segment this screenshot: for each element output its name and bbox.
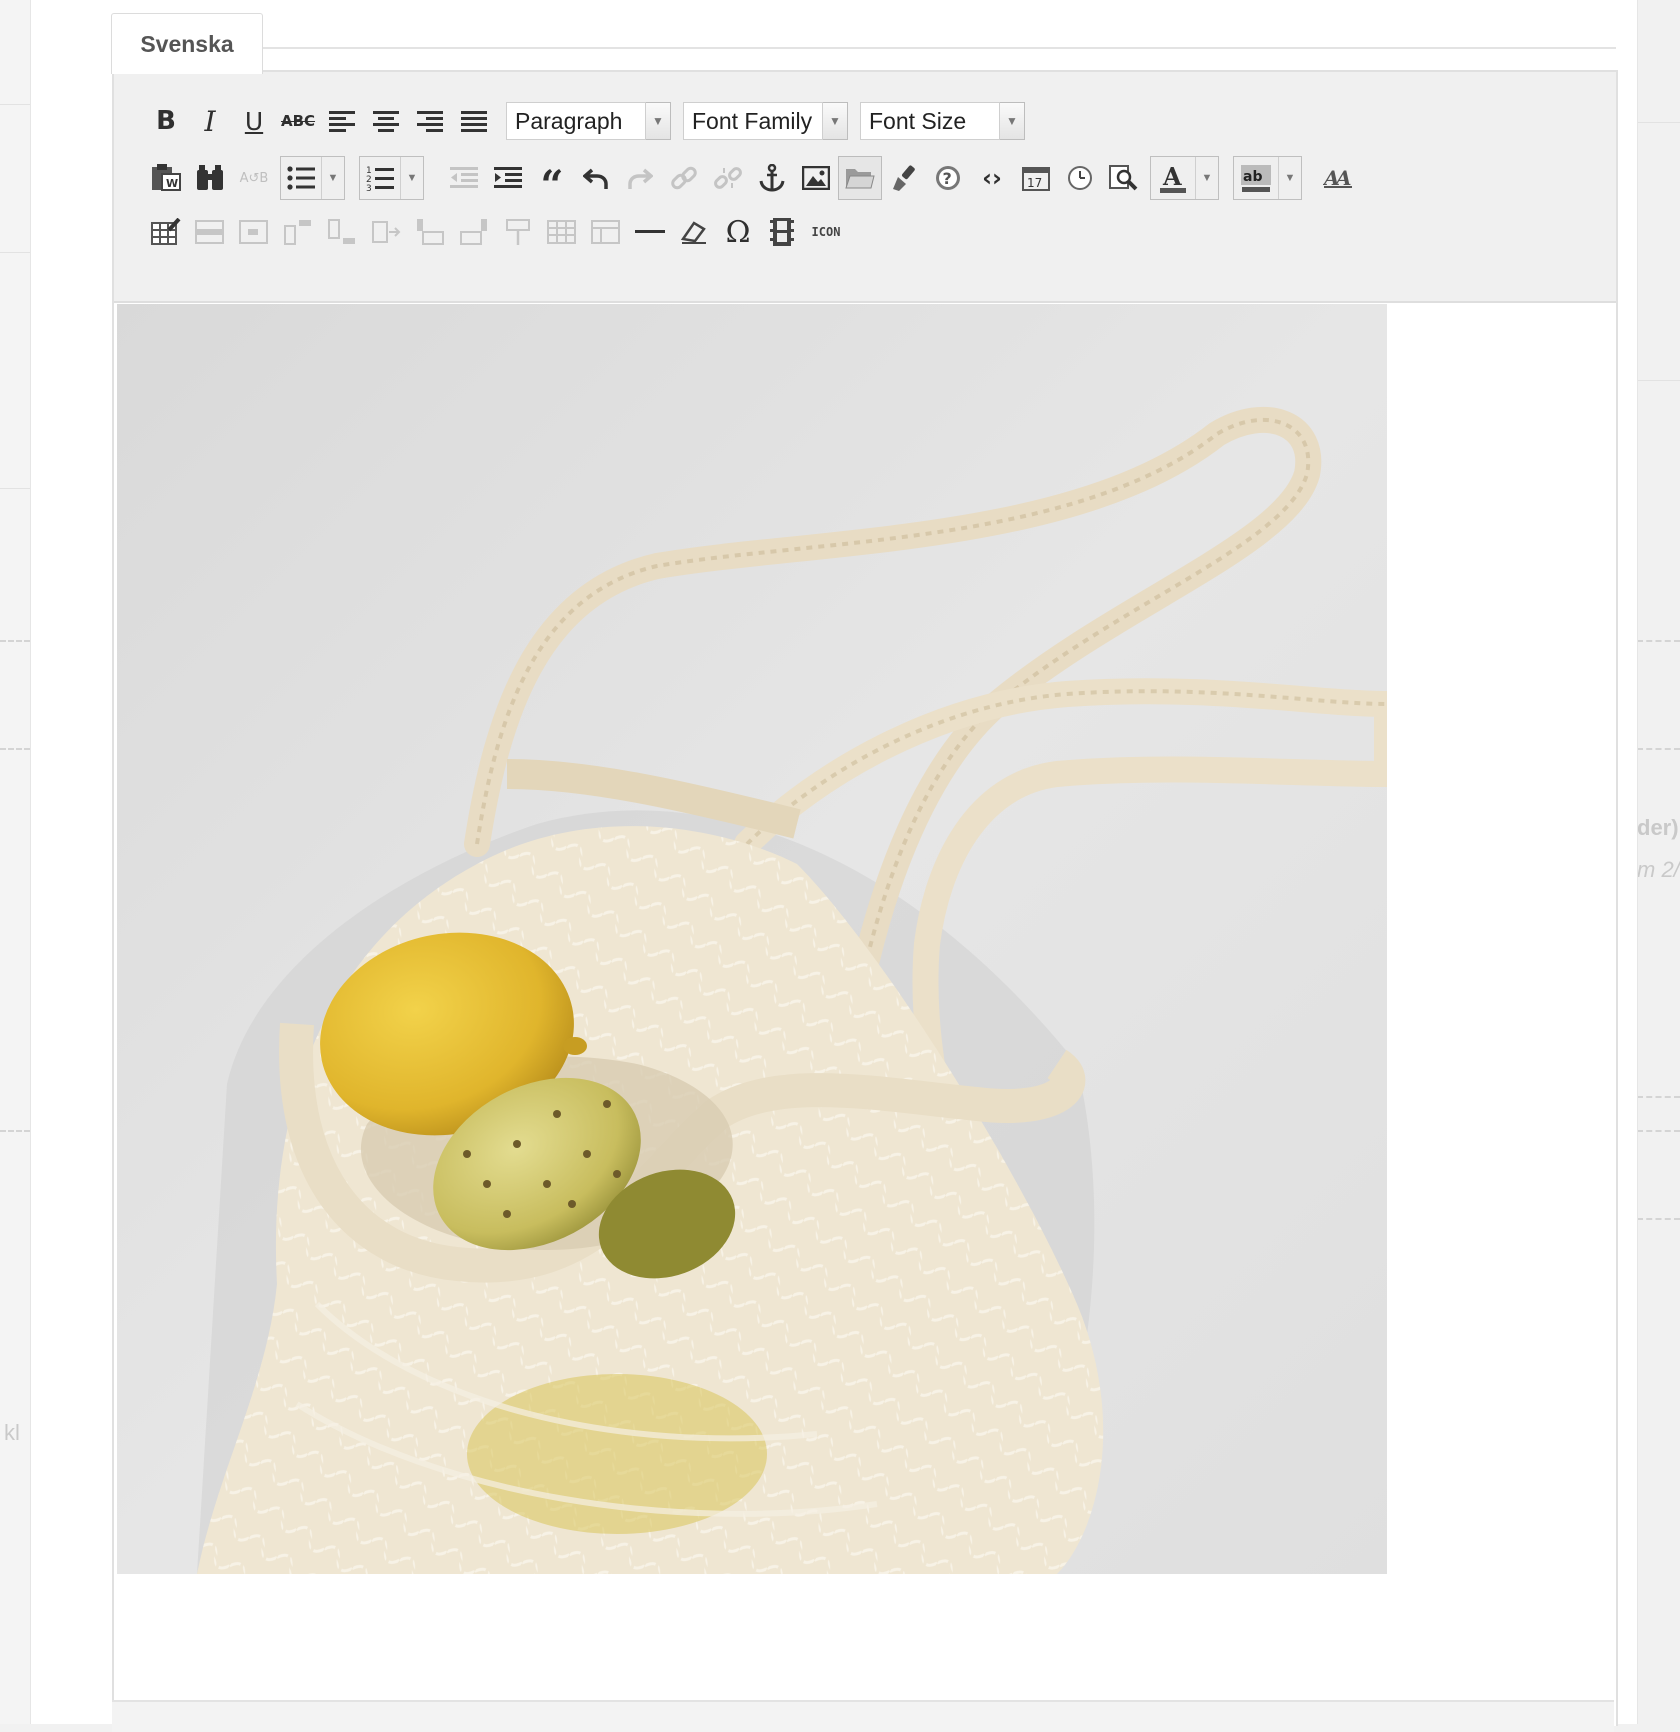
- chevron-down-icon[interactable]: ▼: [321, 157, 344, 199]
- font-size-select-value: Font Size: [860, 102, 1000, 140]
- remove-format-icon[interactable]: AA: [1316, 156, 1360, 200]
- background-dashed-divider: [1637, 748, 1680, 750]
- background-dashed-divider: [1637, 1218, 1680, 1220]
- background-dashed-divider: [1637, 640, 1680, 642]
- cleanup-brush-icon[interactable]: [882, 156, 926, 200]
- anchor-icon[interactable]: [750, 156, 794, 200]
- tab-svenska[interactable]: Svenska: [111, 13, 263, 74]
- background-divider: [0, 488, 30, 489]
- translation-panel: Svenska B I U ABC Paragraph ▼ Font Famil…: [30, 0, 1638, 1732]
- delete-row-icon[interactable]: [364, 210, 408, 254]
- table-row-props-icon[interactable]: [188, 210, 232, 254]
- chevron-down-icon: ▼: [823, 102, 848, 140]
- file-manager-icon[interactable]: [838, 156, 882, 200]
- blockquote-icon[interactable]: “: [530, 156, 574, 209]
- background-left-text: kl: [4, 1420, 20, 1445]
- font-family-select[interactable]: Font Family ▼: [683, 102, 848, 140]
- string-bag-photo[interactable]: [117, 304, 1387, 1574]
- underline-icon[interactable]: U: [232, 99, 276, 143]
- background-dashed-divider: [0, 1130, 30, 1132]
- insert-time-icon[interactable]: [1058, 156, 1102, 200]
- delete-col-icon[interactable]: [496, 210, 540, 254]
- toolbar-row-3: Ω ICON: [144, 210, 848, 254]
- svg-text:W: W: [166, 177, 178, 190]
- svg-text:17: 17: [1027, 176, 1042, 190]
- chevron-down-icon[interactable]: ▼: [1278, 157, 1301, 199]
- background-divider: [0, 252, 30, 253]
- strikethrough-icon[interactable]: ABC: [276, 99, 320, 143]
- chevron-down-icon: ▼: [646, 102, 671, 140]
- text-color-split-button[interactable]: A ▼: [1150, 156, 1219, 200]
- merge-cells-icon[interactable]: [584, 210, 628, 254]
- editor-statusbar: [112, 1700, 1614, 1732]
- source-code-icon[interactable]: ‹›: [970, 156, 1014, 200]
- font-family-select-value: Font Family: [683, 102, 823, 140]
- image-icon[interactable]: [794, 156, 838, 200]
- editor-toolbar: B I U ABC Paragraph ▼ Font Family ▼ Font…: [114, 72, 1616, 303]
- bold-icon[interactable]: B: [144, 99, 188, 143]
- paste-from-word-icon[interactable]: W: [144, 156, 188, 200]
- chevron-down-icon[interactable]: ▼: [400, 157, 423, 199]
- special-character-icon[interactable]: Ω: [716, 210, 760, 254]
- insert-media-icon[interactable]: [760, 210, 804, 254]
- chevron-down-icon[interactable]: ▼: [1195, 157, 1218, 199]
- font-size-select[interactable]: Font Size ▼: [860, 102, 1025, 140]
- text-color-icon[interactable]: A: [1151, 157, 1195, 199]
- redo-icon[interactable]: [618, 156, 662, 200]
- toolbar-row-1: B I U ABC Paragraph ▼ Font Family ▼ Font…: [144, 99, 1037, 143]
- svg-text:3: 3: [366, 184, 372, 191]
- highlight-color-icon[interactable]: ab: [1234, 157, 1278, 199]
- help-icon[interactable]: ?: [926, 156, 970, 200]
- align-center-icon[interactable]: [364, 99, 408, 143]
- italic-icon[interactable]: I: [188, 99, 232, 143]
- numbered-list-icon[interactable]: 123: [360, 157, 400, 199]
- split-cells-icon[interactable]: [540, 210, 584, 254]
- preview-icon[interactable]: [1102, 156, 1146, 200]
- numbered-list-split-button[interactable]: 123 ▼: [359, 156, 424, 200]
- background-divider: [1637, 122, 1680, 123]
- background-page: [0, 0, 30, 1724]
- icon-picker-button[interactable]: ICON: [804, 210, 848, 254]
- svg-text:ab: ab: [1243, 169, 1262, 185]
- insert-col-before-icon[interactable]: [408, 210, 452, 254]
- insert-row-before-icon[interactable]: [276, 210, 320, 254]
- background-right-text: m 2/: [1637, 857, 1680, 882]
- insert-table-icon[interactable]: [144, 210, 188, 254]
- background-dashed-divider: [0, 640, 30, 642]
- find-replace-icon[interactable]: A↺B: [232, 156, 276, 200]
- outdent-icon[interactable]: [442, 156, 486, 200]
- format-select[interactable]: Paragraph ▼: [506, 102, 671, 140]
- undo-icon[interactable]: [574, 156, 618, 200]
- toolbar-row-2: W A↺B ▼ 123 ▼ “ ? ‹› 17 A ▼ ab ▼ A A: [144, 156, 1360, 209]
- bullet-list-split-button[interactable]: ▼: [280, 156, 345, 200]
- background-divider: [0, 104, 30, 105]
- svg-text:A: A: [1162, 163, 1182, 191]
- background-dashed-divider: [1637, 1096, 1680, 1098]
- horizontal-rule-icon[interactable]: [628, 210, 672, 254]
- find-icon[interactable]: [188, 156, 232, 200]
- unlink-icon[interactable]: [706, 156, 750, 200]
- indent-icon[interactable]: [486, 156, 530, 200]
- editor-content-area[interactable]: [114, 303, 1616, 1726]
- highlight-color-split-button[interactable]: ab ▼: [1233, 156, 1302, 200]
- align-right-icon[interactable]: [408, 99, 452, 143]
- tab-divider: [263, 47, 1616, 49]
- background-dashed-divider: [0, 748, 30, 750]
- align-left-icon[interactable]: [320, 99, 364, 143]
- background-right-text: der): [1637, 815, 1679, 840]
- insert-row-after-icon[interactable]: [320, 210, 364, 254]
- justify-icon[interactable]: [452, 99, 496, 143]
- insert-date-icon[interactable]: 17: [1014, 156, 1058, 200]
- rich-text-editor: B I U ABC Paragraph ▼ Font Family ▼ Font…: [112, 70, 1618, 1726]
- chevron-down-icon: ▼: [1000, 102, 1025, 140]
- bullet-list-icon[interactable]: [281, 157, 321, 199]
- background-divider: [1637, 380, 1680, 381]
- eraser-icon[interactable]: [672, 210, 716, 254]
- svg-text:?: ?: [943, 169, 952, 188]
- background-dashed-divider: [1637, 1130, 1680, 1132]
- table-cell-props-icon[interactable]: [232, 210, 276, 254]
- format-select-value: Paragraph: [506, 102, 646, 140]
- insert-col-after-icon[interactable]: [452, 210, 496, 254]
- link-icon[interactable]: [662, 156, 706, 200]
